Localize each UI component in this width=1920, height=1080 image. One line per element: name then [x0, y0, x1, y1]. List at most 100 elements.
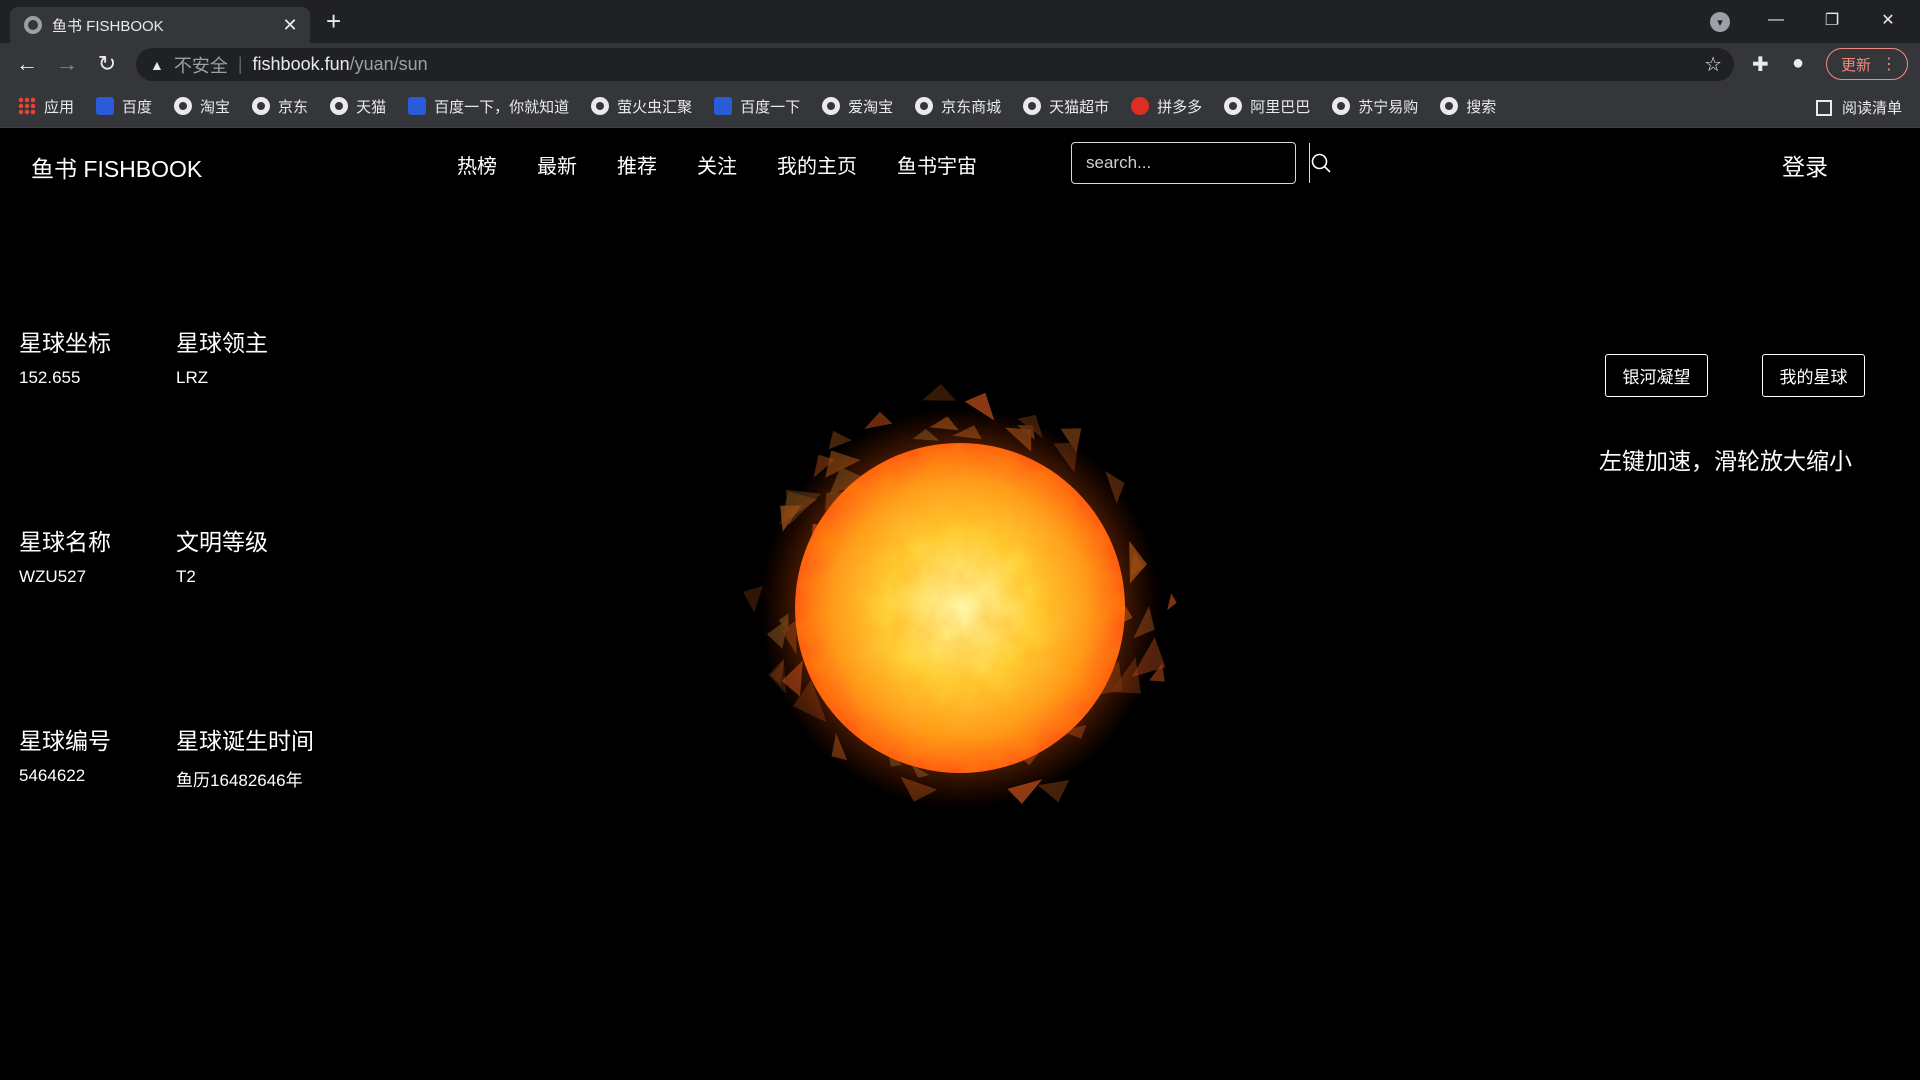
paw-icon	[714, 97, 733, 115]
url-separator: |	[237, 54, 243, 74]
bookmark-label: 苏宁易购	[1358, 98, 1419, 116]
site-logo[interactable]: 鱼书 FISHBOOK	[31, 150, 202, 184]
bookmark-item[interactable]: 拼多多	[1131, 96, 1202, 117]
sun-image	[743, 384, 1177, 808]
bookmark-label: 天猫	[356, 98, 387, 116]
globe-icon	[1440, 97, 1459, 115]
bookmark-label: 搜索	[1466, 98, 1497, 116]
globe-icon	[591, 97, 610, 115]
bookmark-label: 京东商城	[941, 98, 1002, 116]
minimize-icon[interactable]: —	[1748, 0, 1804, 40]
globe-icon	[1023, 97, 1042, 115]
bookmark-label: 百度一下	[740, 98, 801, 116]
pdd-icon	[1131, 97, 1150, 115]
url-host: fishbook.fun	[252, 54, 350, 74]
back-icon[interactable]: ←	[12, 49, 42, 79]
search-input[interactable]	[1072, 143, 1309, 183]
browser-toolbar: ← → ↻ ▲ 不安全 | fishbook.fun /yuan/sun ☆	[0, 43, 1920, 85]
bookmark-label: 京东	[278, 98, 309, 116]
name-block: 星球名称 WZU527	[19, 523, 111, 587]
close-window-icon[interactable]: ✕	[1860, 0, 1916, 40]
bookmark-item[interactable]: 苏宁易购	[1332, 96, 1418, 117]
bookmark-item[interactable]: 爱淘宝	[822, 96, 893, 117]
name-label: 星球名称	[19, 529, 111, 555]
search-button[interactable]	[1309, 143, 1332, 183]
bookmark-item[interactable]: 淘宝	[174, 96, 230, 117]
close-tab-icon[interactable]: ✕	[280, 15, 300, 36]
birth-block: 星球诞生时间 鱼历16482646年	[176, 722, 314, 791]
page: 鱼书 FISHBOOK 热榜 最新 推荐 关注 我的主页 鱼书宇宙 登录 星球坐…	[0, 128, 1920, 1080]
sun-canvas[interactable]	[720, 358, 1220, 858]
globe-icon	[174, 97, 193, 115]
reading-list[interactable]: 阅读清单	[1815, 97, 1902, 118]
my-planet-button[interactable]: 我的星球	[1762, 354, 1865, 397]
bookmark-label: 淘宝	[200, 98, 231, 116]
bookmark-item[interactable]: 京东	[252, 96, 308, 117]
bookmark-item[interactable]: 阿里巴巴	[1224, 96, 1310, 117]
update-button[interactable]: 更新 ⋮	[1826, 48, 1908, 80]
insecure-label: 不安全	[173, 55, 228, 76]
level-label: 文明等级	[176, 529, 268, 555]
main-nav: 热榜 最新 推荐 关注 我的主页 鱼书宇宙	[457, 150, 1017, 179]
nav-hot[interactable]: 热榜	[457, 150, 497, 179]
coord-block: 星球坐标 152.655	[19, 324, 111, 388]
globe-icon	[252, 97, 271, 115]
bookmark-item[interactable]: 百度一下，你就知道	[408, 96, 569, 117]
bookmark-item[interactable]: 天猫超市	[1023, 96, 1109, 117]
paw-icon	[96, 97, 115, 115]
bookmark-label: 天猫超市	[1049, 98, 1110, 116]
bookmark-item[interactable]: 萤火虫汇聚	[591, 96, 692, 117]
warning-icon: ▲	[150, 56, 164, 73]
birth-label: 星球诞生时间	[176, 728, 314, 754]
level-value: T2	[176, 567, 196, 586]
bookmark-label: 阿里巴巴	[1250, 98, 1311, 116]
bookmark-label: 应用	[44, 98, 75, 116]
bookmark-star-icon[interactable]: ☆	[1704, 52, 1722, 77]
profile-icon[interactable]: ●	[1792, 52, 1804, 75]
globe-icon	[330, 97, 349, 115]
id-value: 5464622	[19, 766, 86, 785]
nav-recommend[interactable]: 推荐	[617, 150, 657, 179]
id-label: 星球编号	[19, 728, 111, 754]
browser-tab[interactable]: 鱼书 FISHBOOK ✕	[10, 7, 310, 43]
globe-icon	[915, 97, 934, 115]
owner-block: 星球领主 LRZ	[176, 324, 268, 388]
url-path: /yuan/sun	[349, 54, 428, 74]
search-icon	[1311, 153, 1331, 173]
bookmark-label: 百度	[122, 98, 153, 116]
level-block: 文明等级 T2	[176, 523, 268, 587]
restore-icon[interactable]: ❐	[1804, 0, 1860, 40]
update-label: 更新	[1841, 56, 1872, 74]
flare-shard	[1167, 593, 1177, 611]
globe-icon	[1332, 97, 1351, 115]
bookmark-item[interactable]: 天猫	[330, 96, 386, 117]
bookmark-item[interactable]: 百度	[96, 96, 152, 117]
sun-surface-texture	[795, 443, 1125, 773]
bookmark-item[interactable]: 京东商城	[915, 96, 1001, 117]
menu-dots-icon[interactable]: ⋮	[1881, 54, 1897, 74]
bookmark-item[interactable]: 搜索	[1440, 96, 1496, 117]
nav-follow[interactable]: 关注	[697, 150, 737, 179]
bookmark-item[interactable]: 应用	[18, 96, 74, 117]
globe-icon	[24, 16, 42, 34]
nav-latest[interactable]: 最新	[537, 150, 577, 179]
forward-icon[interactable]: →	[52, 49, 82, 79]
reading-list-label: 阅读清单	[1841, 100, 1902, 117]
new-tab-button[interactable]: +	[326, 6, 341, 36]
login-link[interactable]: 登录	[1782, 148, 1828, 182]
address-bar[interactable]: ▲ 不安全 | fishbook.fun /yuan/sun ☆	[136, 48, 1734, 81]
extensions-icon[interactable]: ✚	[1752, 52, 1769, 77]
apps-icon	[18, 97, 36, 115]
reload-icon[interactable]: ↻	[92, 49, 122, 79]
nav-my-home[interactable]: 我的主页	[777, 150, 857, 179]
globe-icon	[1224, 97, 1243, 115]
bookmark-label: 萤火虫汇聚	[617, 98, 693, 116]
tab-search-icon[interactable]: ▾	[1710, 12, 1730, 32]
tab-title: 鱼书 FISHBOOK	[52, 17, 164, 35]
galaxy-gaze-button[interactable]: 银河凝望	[1605, 354, 1708, 397]
globe-icon	[822, 97, 841, 115]
bookmark-item[interactable]: 百度一下	[714, 96, 800, 117]
owner-value: LRZ	[176, 368, 209, 387]
nav-universe[interactable]: 鱼书宇宙	[897, 150, 977, 179]
search-box	[1071, 142, 1331, 184]
